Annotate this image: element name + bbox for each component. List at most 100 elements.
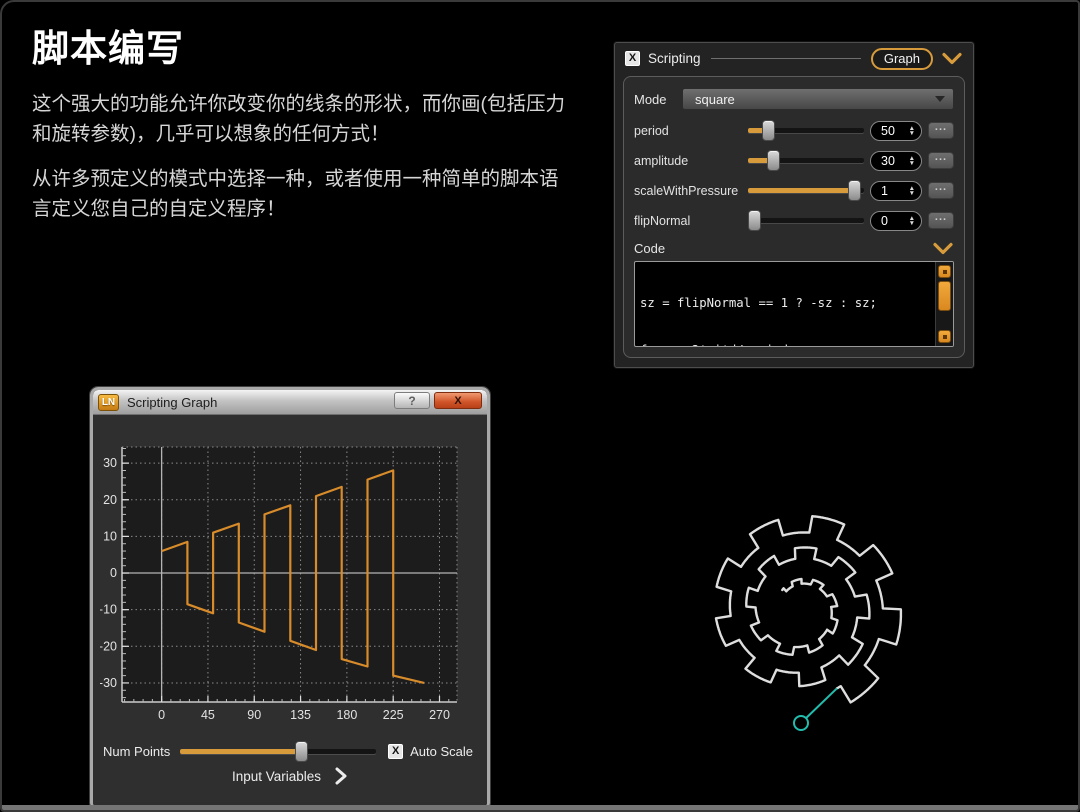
mode-selected-value: square [695,92,935,107]
graph-plot: 045901351802252703020100-10-20-30 [100,442,472,744]
amplitude-value: 30 [881,154,909,168]
intro-section: 脚本编写 这个强大的功能允许你改变你的线条的形状，而你画(包括压力和旋转参数)，… [32,18,577,241]
slider-track[interactable] [748,218,864,223]
param-label: amplitude [634,154,742,168]
scripting-panel-title: Scripting [648,51,701,66]
scrollbar-thumb[interactable] [938,281,951,311]
value-spinner[interactable]: ▲▼ [909,186,915,196]
slider-fill [180,749,302,754]
scripting-enabled-checkbox[interactable]: X [625,51,640,66]
param-row-scale-with-pressure: scaleWithPressure 1 ▲▼ ... [634,180,954,201]
scale-with-pressure-slider[interactable] [748,180,864,201]
param-label: scaleWithPressure [634,184,742,198]
amplitude-slider[interactable] [748,150,864,171]
code-collapse-chevron[interactable] [932,242,954,255]
scroll-down-button[interactable] [938,330,951,343]
svg-text:-10: -10 [100,603,117,617]
spinner-down-icon[interactable]: ▼ [909,161,915,166]
scale-with-pressure-more-button[interactable]: ... [928,182,954,199]
mode-label: Mode [634,92,682,107]
scroll-up-button[interactable] [938,265,951,278]
dropdown-caret-icon [935,96,945,107]
scale-with-pressure-value-box[interactable]: 1 ▲▼ [870,181,922,201]
svg-text:270: 270 [429,708,450,722]
scripting-panel-header: X Scripting Graph [615,43,973,74]
scripting-graph-window: LN Scripting Graph ? X 04590135180225270… [90,387,490,809]
code-line: freq = 2*pi*d/period; [640,343,930,347]
bottom-edge-bar [2,805,1078,810]
spinner-down-icon[interactable]: ▼ [909,191,915,196]
code-editor[interactable]: sz = flipNormal == 1 ? -sz : sz; freq = … [634,261,954,347]
value-spinner[interactable]: ▲▼ [909,216,915,226]
page-background: 脚本编写 这个强大的功能允许你改变你的线条的形状，而你画(包括压力和旋转参数)，… [0,0,1080,812]
slider-handle[interactable] [848,180,861,201]
param-row-amplitude: amplitude 30 ▲▼ ... [634,150,954,171]
panel-collapse-chevron[interactable] [941,52,963,65]
num-points-slider[interactable] [180,741,376,762]
value-spinner[interactable]: ▲▼ [909,126,915,136]
spinner-down-icon[interactable]: ▼ [909,221,915,226]
brush-stroke-canvas[interactable] [652,497,972,762]
header-separator-line [711,58,861,59]
period-value-box[interactable]: 50 ▲▼ [870,121,922,141]
mode-row: Mode square [634,88,954,110]
flip-normal-value-box[interactable]: 0 ▲▼ [870,211,922,231]
help-button[interactable]: ? [394,392,430,409]
window-content: 045901351802252703020100-10-20-30 Num Po… [93,415,487,805]
svg-text:0: 0 [110,566,117,580]
mode-dropdown[interactable]: square [682,88,954,110]
intro-paragraph-1: 这个强大的功能允许你改变你的线条的形状，而你画(包括压力和旋转参数)，几乎可以想… [32,90,577,149]
param-row-period: period 50 ▲▼ ... [634,120,954,141]
slider-handle[interactable] [748,210,761,231]
svg-text:20: 20 [103,493,117,507]
chevron-down-icon [941,52,963,65]
param-label: period [634,124,742,138]
intro-paragraph-2: 从许多预定义的模式中选择一种，或者使用一种简单的脚本语言定义您自己的自定义程序！ [32,165,577,224]
flip-normal-value: 0 [881,214,909,228]
auto-scale-label: Auto Scale [410,744,473,759]
page-title: 脚本编写 [32,18,577,72]
scripting-panel: X Scripting Graph Mode square period [614,42,974,368]
scale-with-pressure-value: 1 [881,184,909,198]
svg-text:0: 0 [158,708,165,722]
period-slider[interactable] [748,120,864,141]
code-text[interactable]: sz = flipNormal == 1 ? -sz : sz; freq = … [635,262,935,346]
code-scrollbar[interactable] [935,262,953,346]
svg-text:225: 225 [383,708,404,722]
svg-text:30: 30 [103,456,117,470]
num-points-row: Num Points X Auto Scale [103,741,473,762]
svg-text:-20: -20 [100,639,117,653]
amplitude-value-box[interactable]: 30 ▲▼ [870,151,922,171]
value-spinner[interactable]: ▲▼ [909,156,915,166]
chevron-down-icon [932,242,954,255]
svg-text:90: 90 [247,708,261,722]
close-button[interactable]: X [434,392,482,409]
slider-handle[interactable] [767,150,780,171]
auto-scale-checkbox[interactable]: X [388,744,403,759]
flip-normal-more-button[interactable]: ... [928,212,954,229]
window-titlebar[interactable]: LN Scripting Graph ? X [93,390,487,415]
svg-text:-30: -30 [100,676,117,690]
input-variables-row[interactable]: Input Variables [93,767,487,785]
period-value: 50 [881,124,909,138]
graph-button[interactable]: Graph [871,48,933,70]
param-label: flipNormal [634,214,742,228]
svg-text:10: 10 [103,529,117,543]
param-row-flip-normal: flipNormal 0 ▲▼ ... [634,210,954,231]
period-more-button[interactable]: ... [928,122,954,139]
slider-handle[interactable] [762,120,775,141]
slider-handle[interactable] [295,741,308,762]
svg-text:180: 180 [336,708,357,722]
slider-fill [748,188,855,193]
code-line: sz = flipNormal == 1 ? -sz : sz; [640,296,930,312]
scripting-settings-group: Mode square period 50 ▲▼ ... [623,76,965,358]
flip-normal-slider[interactable] [748,210,864,231]
window-title: Scripting Graph [127,395,217,410]
svg-text:135: 135 [290,708,311,722]
app-logo-icon: LN [98,394,119,411]
code-section-header: Code [634,241,954,256]
spinner-down-icon[interactable]: ▼ [909,131,915,136]
chevron-right-icon [334,767,348,785]
amplitude-more-button[interactable]: ... [928,152,954,169]
num-points-label: Num Points [103,744,170,759]
